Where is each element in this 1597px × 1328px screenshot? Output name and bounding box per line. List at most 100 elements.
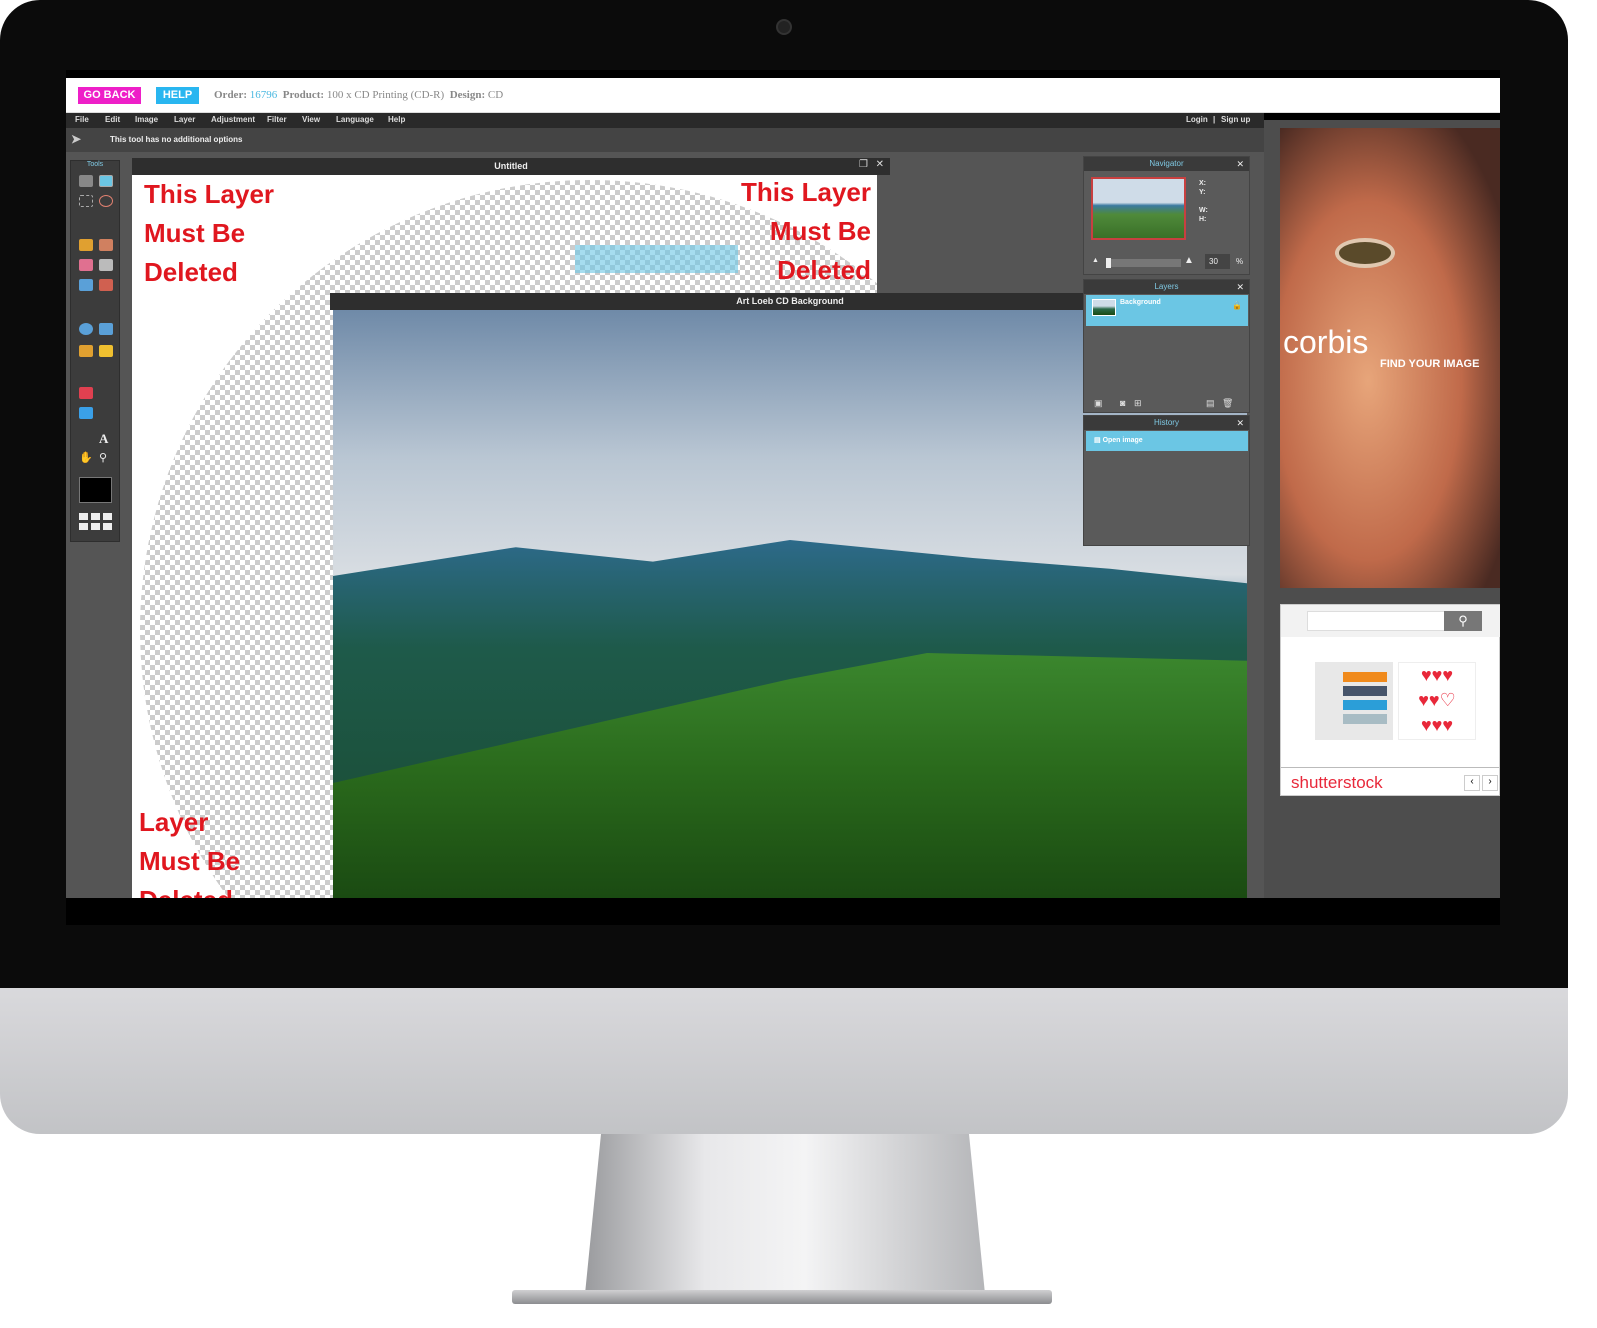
ad-sidebar: corbis FIND YOUR IMAGE ⚲ ♥♥♥ ♥♥♡ ♥♥♥ shutt… [1264,120,1500,898]
layers-title: Layers [1154,282,1179,291]
tools-panel: Tools A ✋ ⚲ [70,160,120,542]
menu-view[interactable]: View [302,115,320,124]
next-arrow-icon[interactable]: › [1482,775,1498,791]
corbis-ad[interactable]: corbis FIND YOUR IMAGE [1280,128,1500,588]
restore-icon[interactable]: ❐ [859,159,868,170]
crop-tool-icon[interactable] [79,175,93,187]
monitor-stand [585,1134,985,1294]
menu-edit[interactable]: Edit [105,115,120,124]
marquee-tool-icon[interactable] [79,195,93,207]
grid-icon[interactable] [79,513,113,531]
monitor-chin [0,988,1568,1134]
screen: GO BACK HELP Order: 16796 Product: 100 x… [66,70,1500,925]
bucket-tool-icon[interactable] [99,259,113,271]
sponge-tool-icon[interactable] [99,345,113,357]
sharpen-tool-icon[interactable] [99,323,113,335]
zoom-slider[interactable] [1106,258,1181,268]
layer-mask-icon[interactable]: ◙ [1120,398,1125,408]
help-button[interactable]: HELP [156,87,199,104]
login-link[interactable]: Login [1186,115,1208,124]
lock-icon: 🔒 [1232,301,1242,310]
workspace: Tools A ✋ ⚲ Untitled ❐ ✕ This Layer Must… [66,152,1264,898]
tools-title: Tools [86,161,104,168]
history-panel: History ✕ ▤ Open image [1083,415,1250,546]
order-bar: GO BACK HELP Order: 16796 Product: 100 x… [66,78,1500,113]
menu-help[interactable]: Help [388,115,405,124]
move-tool-icon[interactable] [99,175,113,187]
design-label: Design: [449,89,486,101]
pencil-tool-icon[interactable] [79,239,93,251]
layer-add-icon[interactable]: ⊞ [1134,398,1142,409]
layers-panel: Layers ✕ Background 🔒 ▣ ◙ ⊞ ▤ 🗑 [1083,279,1250,413]
history-item-label: Open image [1102,437,1143,444]
bloat-tool-icon[interactable] [79,407,93,419]
history-item[interactable]: ▤ Open image [1086,431,1248,451]
menu-filter[interactable]: Filter [267,115,287,124]
tool-options-bar: ➤ This tool has no additional options [66,128,1264,152]
zoom-tool-icon[interactable]: ⚲ [99,451,113,464]
zoom-unit: % [1236,257,1244,266]
color-swatch[interactable] [79,477,112,503]
brush-tool-icon[interactable] [99,239,113,251]
monitor-foot [512,1290,1052,1304]
design-value: CD [487,89,504,101]
prev-arrow-icon[interactable]: ‹ [1464,775,1480,791]
warning-text-right: This Layer Must Be Deleted [740,177,871,285]
layer-settings-icon[interactable]: ▣ [1094,398,1103,409]
gradient-tool-icon[interactable] [79,279,93,291]
order-label: Order: [214,89,247,101]
product-label: Product: [282,89,325,101]
menu-language[interactable]: Language [336,115,374,124]
blur-tool-icon[interactable] [79,323,93,335]
menu-file[interactable]: File [75,115,89,124]
product-value: 100 x CD Printing (CD-R) [326,89,445,101]
stamp-tool-icon[interactable] [99,279,113,291]
redeye-tool-icon[interactable] [79,387,93,399]
order-info: Order: 16796 Product: 100 x CD Printing … [214,89,503,101]
webcam [776,19,792,35]
close-icon[interactable]: ✕ [1236,157,1244,171]
signup-link[interactable]: Sign up [1221,115,1250,124]
menu-layer[interactable]: Layer [174,115,195,124]
layer-thumbnail [1092,299,1116,316]
lasso-tool-icon[interactable] [99,195,113,207]
order-number[interactable]: 16796 [250,89,278,101]
menu-image[interactable]: Image [135,115,158,124]
corbis-tagline: FIND YOUR IMAGE [1380,358,1480,370]
layer-name: Background [1120,299,1161,306]
navigator-coords: X: Y: W: H: [1199,180,1208,223]
dragged-layer-ghost [575,245,738,273]
trash-icon[interactable]: 🗑 [1222,398,1233,409]
new-layer-icon[interactable]: ▤ [1206,398,1215,409]
corbis-logo: corbis [1283,324,1369,360]
zoom-out-icon[interactable]: ▲ [1092,257,1099,264]
layer-item[interactable]: Background 🔒 [1086,295,1248,326]
hearts-thumbnail[interactable]: ♥♥♥ ♥♥♡ ♥♥♥ [1398,662,1476,740]
hand-tool-icon[interactable]: ✋ [79,451,93,464]
close-icon[interactable]: ✕ [1236,280,1244,294]
go-back-button[interactable]: GO BACK [78,87,141,104]
eraser-tool-icon[interactable] [79,259,93,271]
shutterstock-ad[interactable]: ⚲ ♥♥♥ ♥♥♡ ♥♥♥ shutterstock ‹ › [1280,604,1500,796]
warning-text-bottom: LayerMust BeDeleted [139,807,241,898]
tool-options-text: This tool has no additional options [110,135,243,144]
zoom-input[interactable]: 30 [1205,254,1230,269]
document-icon: ▤ [1094,437,1103,444]
navigator-panel: Navigator ✕ X: Y: W: H: ▲ ▲ 30 % [1083,156,1250,275]
close-icon[interactable]: ✕ [876,159,884,170]
menu-adjustment[interactable]: Adjustment [211,115,255,124]
zoom-in-icon[interactable]: ▲ [1184,255,1194,266]
ad-search-input[interactable] [1307,611,1445,631]
divider [1281,767,1499,768]
zoom-slider-handle[interactable] [1106,258,1111,268]
shutterstock-logo: shutterstock [1291,773,1383,792]
dodge-tool-icon[interactable] [79,345,93,357]
move-tool-icon: ➤ [71,132,82,146]
navigator-thumbnail[interactable] [1091,177,1186,240]
text-tool-icon[interactable]: A [99,431,113,446]
menu-bar: File Edit Image Layer Adjustment Filter … [66,113,1264,128]
close-icon[interactable]: ✕ [1236,416,1244,430]
history-title: History [1154,418,1179,427]
infographic-thumbnail[interactable] [1315,662,1393,740]
search-icon[interactable]: ⚲ [1444,611,1482,631]
